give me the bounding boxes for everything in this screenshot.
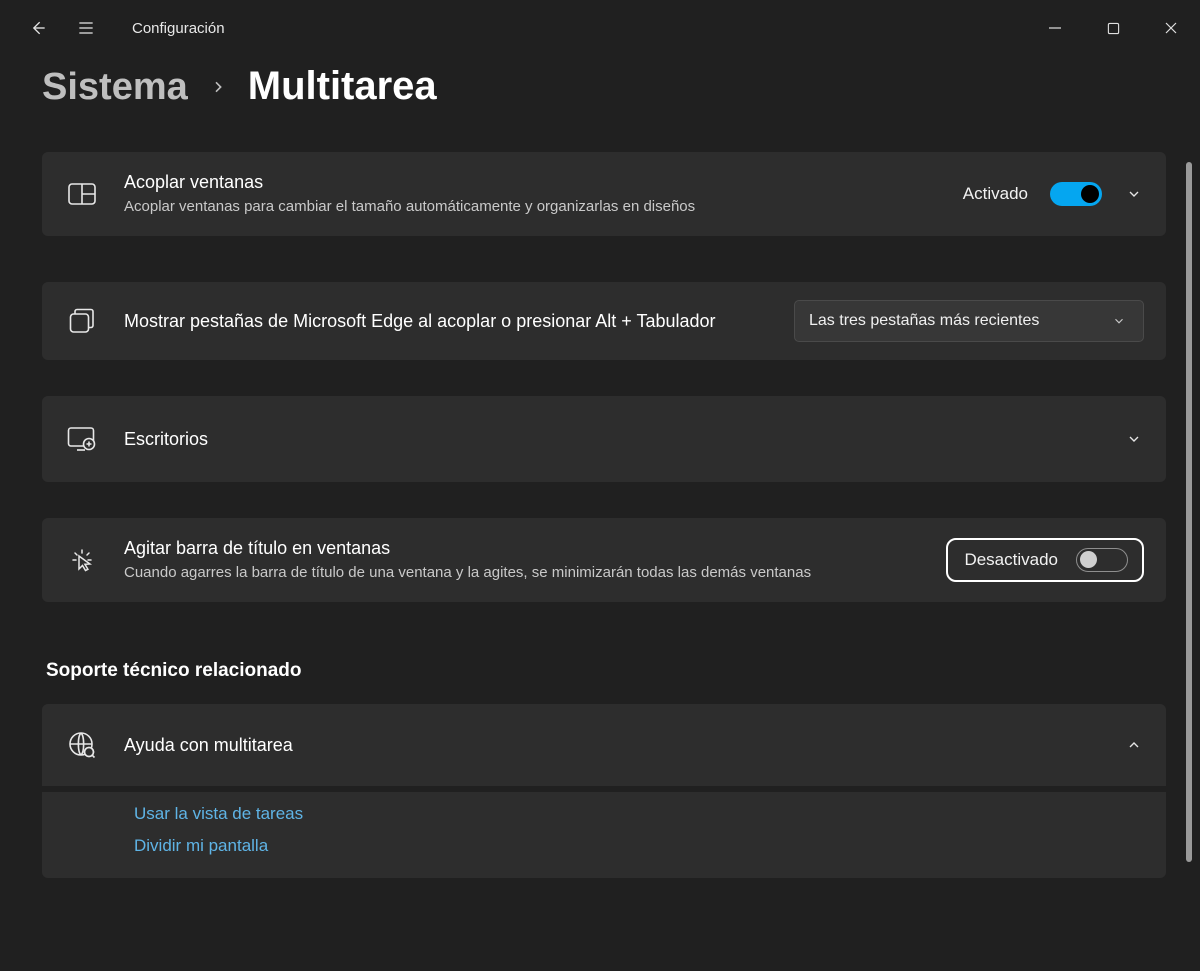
breadcrumb: Sistema Multitarea [0, 56, 1200, 135]
snap-layout-icon [66, 182, 98, 206]
help-links: Usar la vista de tareas Dividir mi panta… [42, 792, 1166, 878]
help-with-multitasking[interactable]: Ayuda con multitarea [42, 704, 1166, 786]
dropdown-value: Las tres pestañas más recientes [809, 312, 1093, 330]
cursor-shake-icon [66, 546, 98, 574]
setting-title: Agitar barra de título en ventanas [124, 536, 920, 560]
toggle-state-label: Activado [963, 184, 1028, 204]
back-button[interactable] [14, 4, 62, 52]
shake-toggle[interactable] [1076, 548, 1128, 572]
setting-title-bar-shake[interactable]: Agitar barra de título en ventanas Cuand… [42, 518, 1166, 602]
shake-toggle-focus: Desactivado [946, 538, 1144, 582]
desktops-icon [66, 426, 98, 452]
setting-edge-tabs[interactable]: Mostrar pestañas de Microsoft Edge al ac… [42, 282, 1166, 360]
close-button[interactable] [1142, 8, 1200, 48]
content-area: Acoplar ventanas Acoplar ventanas para c… [42, 152, 1166, 961]
help-link-task-view[interactable]: Usar la vista de tareas [134, 804, 1142, 824]
tabs-icon [66, 308, 98, 334]
help-link-split-screen[interactable]: Dividir mi pantalla [134, 836, 1142, 856]
help-title: Ayuda con multitarea [124, 733, 1098, 757]
app-title: Configuración [132, 20, 225, 37]
setting-title: Acoplar ventanas [124, 170, 937, 194]
titlebar: Configuración [0, 0, 1200, 56]
setting-desktops[interactable]: Escritorios [42, 396, 1166, 482]
chevron-down-icon[interactable] [1124, 429, 1144, 449]
setting-snap-windows[interactable]: Acoplar ventanas Acoplar ventanas para c… [42, 152, 1166, 236]
breadcrumb-current: Multitarea [248, 64, 437, 109]
chevron-down-icon [1109, 311, 1129, 331]
related-support-heading: Soporte técnico relacionado [46, 660, 1166, 682]
edge-tabs-dropdown[interactable]: Las tres pestañas más recientes [794, 300, 1144, 342]
snap-toggle[interactable] [1050, 182, 1102, 206]
chevron-up-icon[interactable] [1124, 735, 1144, 755]
setting-title: Mostrar pestañas de Microsoft Edge al ac… [124, 309, 768, 333]
scrollbar[interactable] [1186, 162, 1192, 957]
toggle-state-label: Desactivado [964, 550, 1058, 570]
chevron-down-icon[interactable] [1124, 184, 1144, 204]
setting-description: Cuando agarres la barra de título de una… [124, 562, 920, 584]
minimize-button[interactable] [1026, 8, 1084, 48]
setting-title: Escritorios [124, 427, 1098, 451]
chevron-right-icon [210, 79, 226, 95]
setting-description: Acoplar ventanas para cambiar el tamaño … [124, 196, 937, 218]
globe-search-icon [66, 731, 98, 759]
breadcrumb-parent[interactable]: Sistema [42, 66, 188, 109]
menu-button[interactable] [62, 4, 110, 52]
maximize-button[interactable] [1084, 8, 1142, 48]
